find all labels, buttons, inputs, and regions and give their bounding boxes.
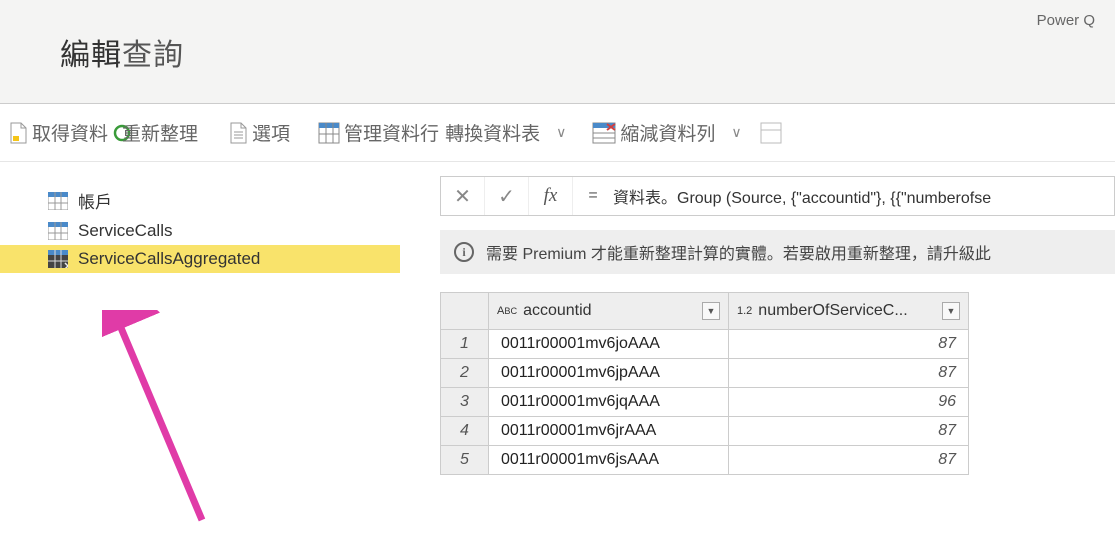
options-button[interactable]: 選項 bbox=[226, 119, 294, 146]
table-row[interactable]: 2 0011r00001mv6jpAAA 87 bbox=[441, 359, 969, 388]
sidebar-item-label: ServiceCallsAggregated bbox=[78, 249, 260, 269]
table-row[interactable]: 3 0011r00001mv6jqAAA 96 bbox=[441, 388, 969, 417]
fx-button[interactable]: fx bbox=[529, 177, 573, 215]
grid-corner[interactable] bbox=[441, 293, 489, 330]
formula-input[interactable]: 資料表。Group (Source, {"accountid"}, {{"num… bbox=[613, 184, 1114, 208]
page-title: 編輯查詢 bbox=[60, 30, 1055, 74]
toolbar: 取得資料 重新整理 選項 管理資料行 轉換資料表 ∨ 縮減資料列 ∨ bbox=[0, 104, 1115, 162]
premium-info-bar: i 需要 Premium 才能重新整理計算的實體。若要啟用重新整理，請升級此 bbox=[440, 230, 1115, 274]
table-row[interactable]: 4 0011r00001mv6jrAAA 87 bbox=[441, 417, 969, 446]
page-icon bbox=[10, 122, 28, 144]
sidebar-item-servicecallsaggregated[interactable]: ServiceCallsAggregated bbox=[0, 245, 400, 273]
content-area: ✕ ✓ fx = 資料表。Group (Source, {"accountid"… bbox=[400, 162, 1115, 546]
table-small-icon[interactable] bbox=[760, 122, 782, 144]
queries-sidebar: 帳戶 ServiceCalls ServiceCallsAggregated bbox=[0, 162, 400, 546]
table-entity-icon bbox=[48, 192, 68, 210]
brand-label: Power Q bbox=[1037, 12, 1095, 29]
chevron-down-icon[interactable]: ∨ bbox=[731, 124, 741, 141]
sidebar-item-label: 帳戶 bbox=[78, 188, 112, 213]
column-header-accountid[interactable]: ABC accountid ▼ bbox=[489, 293, 729, 330]
transform-table-button[interactable]: 轉換資料表 bbox=[441, 119, 544, 146]
chevron-down-icon[interactable]: ∨ bbox=[556, 124, 566, 141]
page-plain-icon bbox=[230, 122, 248, 144]
sidebar-item-servicecalls[interactable]: ServiceCalls bbox=[0, 217, 400, 245]
data-grid: ABC accountid ▼ 1.2 numberOfServiceC... bbox=[440, 292, 969, 475]
reduce-rows-button[interactable]: 縮減資料列 bbox=[588, 119, 719, 146]
cancel-formula-button[interactable]: ✕ bbox=[441, 177, 485, 215]
sidebar-item-accounts[interactable]: 帳戶 bbox=[0, 184, 400, 217]
table-entity-icon bbox=[48, 222, 68, 240]
info-text: 需要 Premium 才能重新整理計算的實體。若要啟用重新整理，請升級此 bbox=[486, 240, 991, 264]
accept-formula-button[interactable]: ✓ bbox=[485, 177, 529, 215]
get-data-button[interactable]: 取得資料 bbox=[6, 119, 112, 146]
table-row[interactable]: 5 0011r00001mv6jsAAA 87 bbox=[441, 446, 969, 475]
column-filter-button[interactable]: ▼ bbox=[942, 302, 960, 320]
formula-equals: = bbox=[573, 187, 613, 205]
table-row[interactable]: 1 0011r00001mv6joAAA 87 bbox=[441, 330, 969, 359]
table-reduce-icon bbox=[592, 122, 616, 144]
column-header-numberofservicecalls[interactable]: 1.2 numberOfServiceC... ▼ bbox=[729, 293, 969, 330]
decimal-type-icon: 1.2 bbox=[737, 305, 752, 317]
refresh-button[interactable]: 重新整理 bbox=[108, 119, 202, 146]
table-grid-icon bbox=[318, 122, 340, 144]
info-icon: i bbox=[454, 242, 474, 262]
column-filter-button[interactable]: ▼ bbox=[702, 302, 720, 320]
header: Power Q 編輯查詢 bbox=[0, 0, 1115, 104]
sidebar-item-label: ServiceCalls bbox=[78, 221, 172, 241]
text-type-icon: ABC bbox=[497, 305, 517, 317]
computed-entity-icon bbox=[48, 250, 68, 268]
formula-bar: ✕ ✓ fx = 資料表。Group (Source, {"accountid"… bbox=[440, 176, 1115, 216]
manage-columns-button[interactable]: 管理資料行 bbox=[314, 119, 443, 146]
